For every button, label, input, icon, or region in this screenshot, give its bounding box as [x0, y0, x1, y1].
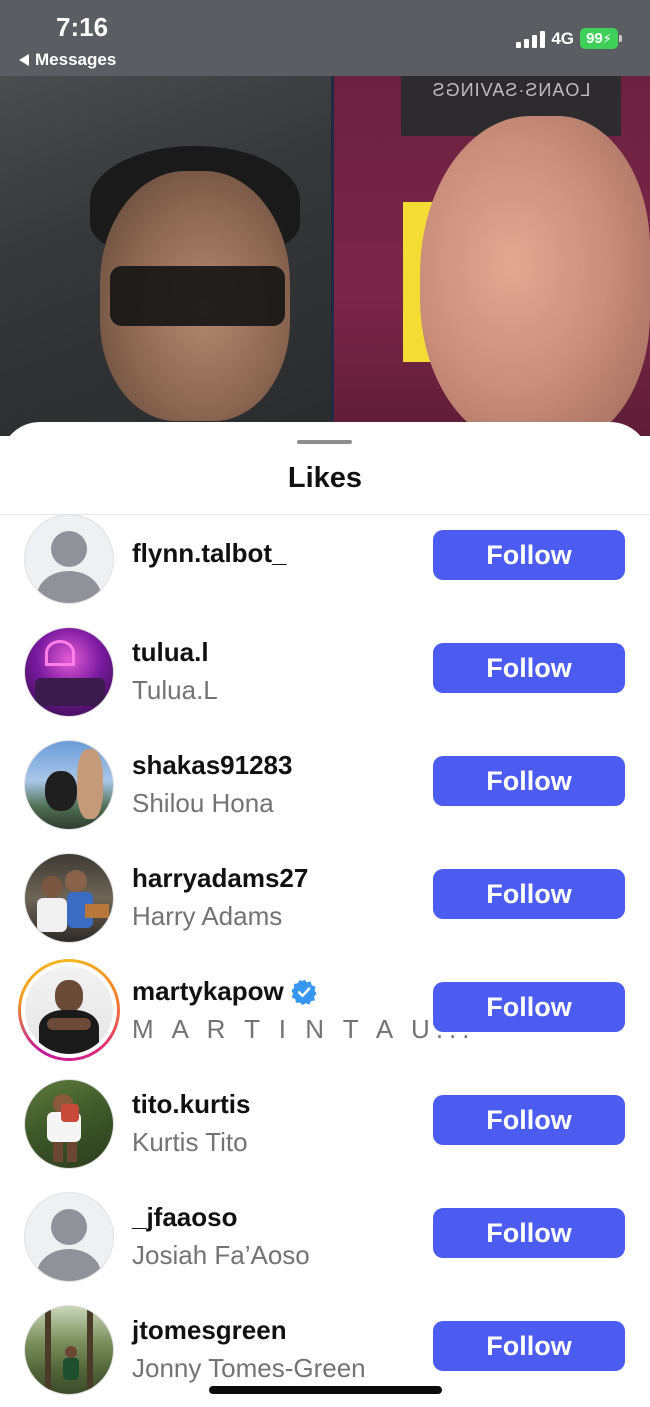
follow-button[interactable]: Follow [433, 1095, 625, 1145]
follow-button[interactable]: Follow [433, 982, 625, 1032]
follow-button[interactable]: Follow [433, 756, 625, 806]
sheet-title: Likes [287, 462, 363, 494]
list-item[interactable]: martykapow M A R T I N T A U... Follow [0, 959, 650, 1066]
full-name: Josiah Fa’Aoso [132, 1240, 310, 1270]
follow-button[interactable]: Follow [433, 1321, 625, 1371]
full-name: Harry Adams [132, 901, 283, 931]
follow-button[interactable]: Follow [433, 643, 625, 693]
avatar[interactable] [24, 1079, 114, 1169]
status-bar: 7:16 Messages 4G 99⚡ [0, 0, 650, 76]
username[interactable]: shakas91283 [132, 750, 292, 781]
story-ring[interactable] [18, 959, 120, 1061]
network-type: 4G [551, 28, 574, 48]
profile-photo [25, 966, 113, 1054]
battery-icon: 99⚡ [580, 28, 622, 49]
username[interactable]: tulua.l [132, 637, 209, 668]
profile-photo [24, 853, 114, 943]
profile-photo [24, 740, 114, 830]
follow-button[interactable]: Follow [433, 530, 625, 580]
back-link-label: Messages [35, 50, 117, 69]
avatar[interactable] [24, 627, 114, 717]
username[interactable]: harryadams27 [132, 863, 308, 894]
avatar[interactable] [24, 740, 114, 830]
video-left-panel [0, 76, 333, 436]
home-indicator[interactable] [209, 1386, 442, 1394]
list-item[interactable]: flynn.talbot_ Follow [0, 514, 650, 614]
avatar[interactable] [24, 514, 114, 604]
avatar[interactable] [24, 1305, 114, 1395]
list-item[interactable]: _jfaaoso Josiah Fa’Aoso Follow [0, 1192, 650, 1292]
follow-button[interactable]: Follow [433, 1208, 625, 1258]
verified-badge-icon [291, 978, 317, 1005]
list-item[interactable]: shakas91283 Shilou Hona Follow [0, 740, 650, 840]
profile-photo [24, 1305, 114, 1395]
full-name: Shilou Hona [132, 788, 274, 818]
status-time: 7:16 [56, 12, 109, 42]
full-name: Jonny Tomes-Green [132, 1353, 366, 1383]
avatar[interactable] [24, 853, 114, 943]
username[interactable]: tito.kurtis [132, 1089, 250, 1120]
video-background: LOANS·SAVINGS [0, 76, 650, 436]
profile-photo [24, 1079, 114, 1169]
status-indicators: 4G 99⚡ [516, 28, 622, 49]
username[interactable]: jtomesgreen [132, 1315, 287, 1346]
back-to-messages-link[interactable]: Messages [19, 50, 116, 70]
default-avatar-icon [24, 1192, 114, 1282]
default-avatar-icon [24, 514, 114, 604]
list-item[interactable]: tulua.l Tulua.L Follow [0, 627, 650, 727]
likes-sheet: Likes flynn.talbot_ Follow tulua.l Tulua… [0, 422, 650, 1407]
follow-button[interactable]: Follow [433, 869, 625, 919]
list-item[interactable]: tito.kurtis Kurtis Tito Follow [0, 1079, 650, 1179]
full-name: M A R T I N T A U... [132, 1014, 476, 1044]
avatar[interactable] [24, 1192, 114, 1282]
username[interactable]: flynn.talbot_ [132, 538, 287, 569]
battery-level: 99⚡ [580, 28, 618, 49]
username[interactable]: _jfaaoso [132, 1202, 238, 1233]
profile-photo [24, 627, 114, 717]
username[interactable]: martykapow [132, 976, 318, 1007]
sheet-grabber[interactable] [297, 440, 352, 444]
cellular-signal-icon [516, 30, 546, 48]
back-arrow-icon [19, 54, 29, 66]
list-item[interactable]: harryadams27 Harry Adams Follow [0, 853, 650, 953]
full-name: Kurtis Tito [132, 1127, 248, 1157]
full-name: Tulua.L [132, 675, 218, 705]
